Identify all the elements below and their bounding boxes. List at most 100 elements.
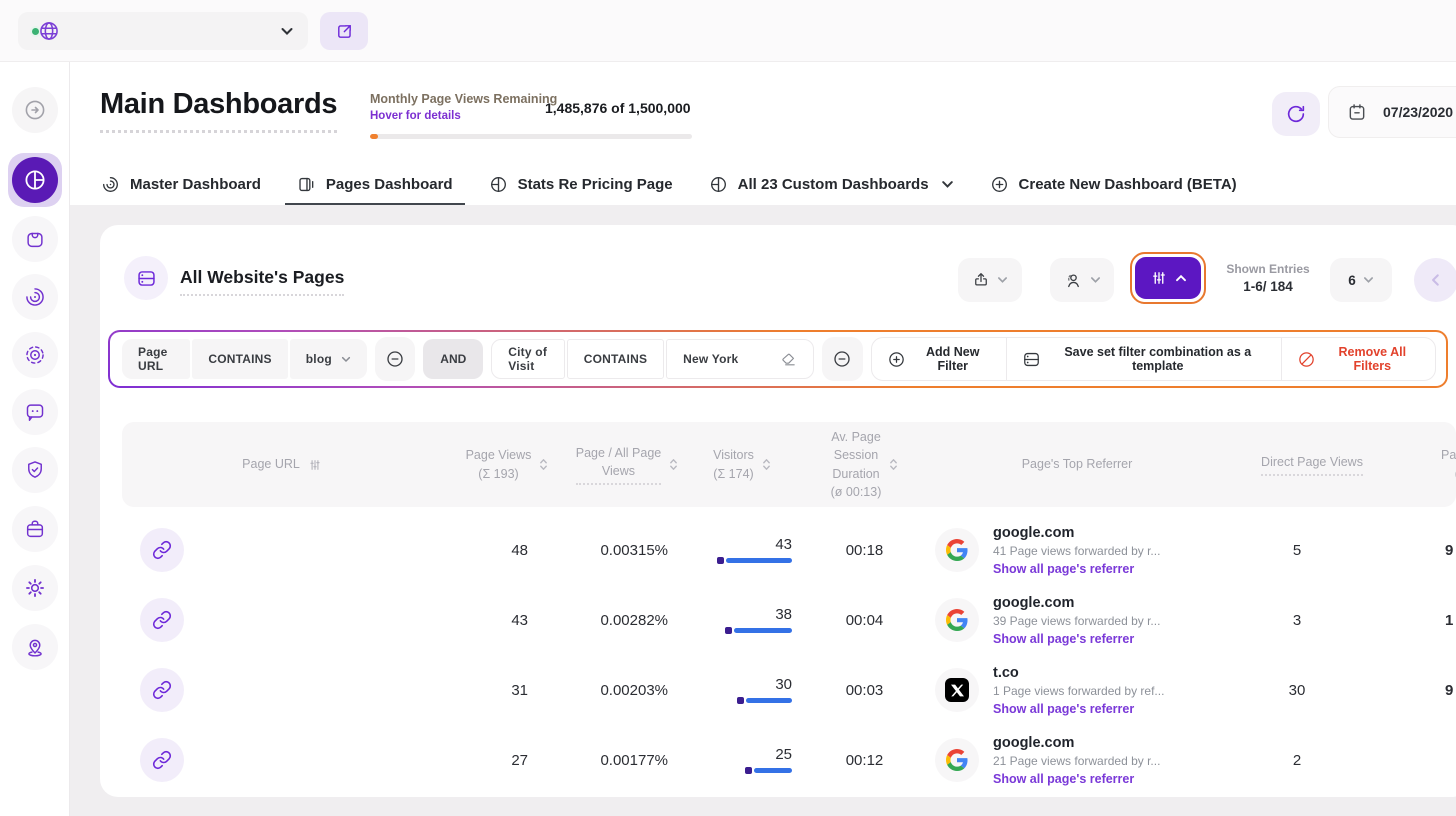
tab-label: Pages Dashboard bbox=[326, 176, 453, 193]
link-icon[interactable] bbox=[140, 738, 184, 782]
visitors-value: 30 bbox=[775, 676, 792, 693]
remove-filter-button[interactable] bbox=[822, 337, 862, 381]
table-row[interactable]: 48 0.00315% 43 00:18 google.com 41 Page bbox=[122, 515, 1456, 585]
column-label: Page's Top Referrer bbox=[1022, 455, 1133, 473]
chevron-left-icon bbox=[1429, 273, 1443, 287]
table-row[interactable]: 27 0.00177% 25 00:12 google.com 21 Page bbox=[122, 725, 1456, 795]
refresh-button[interactable] bbox=[1272, 92, 1320, 136]
chevron-down-icon bbox=[941, 180, 954, 189]
save-filter-template-button[interactable]: Save set filter combination as a templat… bbox=[1006, 338, 1281, 380]
column-page-url[interactable]: Page URL bbox=[122, 455, 442, 473]
widget-collapse-button[interactable] bbox=[1414, 258, 1456, 302]
show-all-referrers-link[interactable]: Show all page's referrer bbox=[993, 772, 1160, 786]
save-filter-template-label: Save set filter combination as a templat… bbox=[1050, 345, 1266, 373]
filter-conjunction-chip[interactable]: AND bbox=[423, 339, 483, 379]
filter-field[interactable]: City of Visit bbox=[491, 339, 565, 379]
sidebar bbox=[0, 62, 70, 816]
company-briefcase-icon bbox=[24, 518, 46, 540]
plus-circle-icon bbox=[990, 175, 1009, 194]
column-label: Direct Page Views bbox=[1261, 453, 1363, 476]
filter-value-input[interactable]: New York bbox=[666, 339, 814, 379]
filter-operator[interactable]: CONTAINS bbox=[192, 339, 287, 379]
sidebar-item-feedback[interactable] bbox=[12, 389, 58, 435]
behavior-radar-icon bbox=[24, 286, 46, 308]
referrer-detail: 41 Page views forwarded by r... bbox=[993, 544, 1160, 558]
link-icon[interactable] bbox=[140, 598, 184, 642]
column-top-referrer[interactable]: Page's Top Referrer bbox=[927, 455, 1227, 473]
date-range-picker[interactable]: 07/23/2020 bbox=[1328, 86, 1456, 138]
referrer-detail: 1 Page views forwarded by ref... bbox=[993, 684, 1164, 698]
filter-operator[interactable]: CONTAINS bbox=[567, 339, 664, 379]
sort-icon[interactable] bbox=[669, 457, 678, 472]
referrer-text: google.com 39 Page views forwarded by r.… bbox=[993, 595, 1160, 646]
tab-master-dashboard[interactable]: Master Dashboard bbox=[89, 165, 273, 205]
widget-title: All Website's Pages bbox=[180, 267, 344, 296]
referrer-text: t.co 1 Page views forwarded by ref... Sh… bbox=[993, 665, 1164, 716]
filter-value-dropdown[interactable]: blog bbox=[290, 339, 367, 379]
eraser-icon[interactable] bbox=[780, 351, 797, 368]
plus-circle-icon bbox=[887, 350, 906, 369]
visitors-bar bbox=[682, 627, 792, 634]
visitors-bar-fill bbox=[734, 628, 792, 633]
table-row[interactable]: 31 0.00203% 30 00:03 t.co 1 Page views f bbox=[122, 655, 1456, 725]
filters-toggle-button[interactable] bbox=[1135, 257, 1201, 299]
sort-icon[interactable] bbox=[889, 457, 898, 472]
column-page-all-views[interactable]: Page / All PageViews bbox=[572, 444, 682, 485]
tab-pages-dashboard[interactable]: Pages Dashboard bbox=[285, 165, 465, 205]
tab-stats-pricing[interactable]: Stats Re Pricing Page bbox=[477, 165, 685, 205]
direct-page-views-value: 30 bbox=[1227, 682, 1397, 699]
sort-icon[interactable] bbox=[762, 457, 771, 472]
column-page-views[interactable]: Page Views(Σ 193) bbox=[442, 446, 572, 482]
filter-field[interactable]: Page URL bbox=[122, 339, 190, 379]
visitors-cell: 30 bbox=[682, 676, 802, 704]
sidebar-item-dashboards[interactable] bbox=[8, 153, 62, 207]
open-website-button[interactable] bbox=[320, 12, 368, 50]
google-logo-icon bbox=[935, 738, 979, 782]
show-all-referrers-link[interactable]: Show all page's referrer bbox=[993, 562, 1160, 576]
website-selector[interactable] bbox=[18, 12, 308, 50]
column-cutoff[interactable]: Page'( bbox=[1397, 446, 1456, 482]
globe-icon bbox=[38, 20, 60, 42]
server-icon bbox=[136, 268, 157, 289]
link-icon[interactable] bbox=[140, 528, 184, 572]
sidebar-item-behavior[interactable] bbox=[12, 274, 58, 320]
remove-all-filters-button[interactable]: Remove All Filters bbox=[1281, 338, 1435, 380]
sidebar-item-recordings[interactable] bbox=[12, 332, 58, 378]
link-icon[interactable] bbox=[140, 668, 184, 712]
google-logo-icon bbox=[935, 598, 979, 642]
filters-button-highlight bbox=[1130, 252, 1206, 304]
sidebar-item-location[interactable] bbox=[12, 624, 58, 670]
table-row[interactable]: 43 0.00282% 38 00:04 google.com 39 Page bbox=[122, 585, 1456, 655]
quota-progressbar bbox=[370, 134, 692, 139]
sidebar-item-company[interactable] bbox=[12, 506, 58, 552]
show-all-referrers-link[interactable]: Show all page's referrer bbox=[993, 702, 1164, 716]
add-new-filter-button[interactable]: Add New Filter bbox=[872, 338, 1006, 380]
column-session-duration[interactable]: Av. PageSessionDuration(ø 00:13) bbox=[802, 428, 927, 501]
referrer-domain: google.com bbox=[993, 525, 1160, 541]
sort-icon[interactable] bbox=[539, 457, 548, 472]
filter-bar: Page URL CONTAINS blog AND City of Visit bbox=[108, 330, 1448, 388]
sidebar-item-settings[interactable] bbox=[12, 565, 58, 611]
tab-custom-dashboards[interactable]: All 23 Custom Dashboards bbox=[697, 165, 966, 205]
remove-filter-button[interactable] bbox=[375, 337, 415, 381]
show-all-referrers-link[interactable]: Show all page's referrer bbox=[993, 632, 1160, 646]
sidebar-collapse-button[interactable] bbox=[12, 87, 58, 133]
table-header: Page URL Page Views(Σ 193) Page / All Pa… bbox=[122, 422, 1456, 507]
tab-create-new-dashboard[interactable]: Create New Dashboard (BETA) bbox=[978, 165, 1249, 205]
session-duration-value: 00:12 bbox=[802, 752, 927, 769]
visitor-segments-button[interactable] bbox=[1050, 258, 1114, 302]
sidebar-item-ecommerce[interactable] bbox=[12, 216, 58, 262]
external-link-icon bbox=[335, 22, 354, 41]
page-size-select[interactable]: 6 bbox=[1330, 258, 1392, 302]
visitors-bar-fill bbox=[754, 768, 792, 773]
column-direct-page-views[interactable]: Direct Page Views bbox=[1227, 453, 1397, 476]
remove-all-filters-label: Remove All Filters bbox=[1325, 345, 1420, 373]
chevron-down-icon bbox=[341, 356, 351, 363]
mini-sliders-icon[interactable] bbox=[308, 458, 322, 472]
server-icon bbox=[1022, 350, 1041, 369]
sidebar-item-privacy[interactable] bbox=[12, 447, 58, 493]
top-referrer-cell: google.com 39 Page views forwarded by r.… bbox=[927, 595, 1227, 646]
export-button[interactable] bbox=[958, 258, 1022, 302]
column-visitors[interactable]: Visitors(Σ 174) bbox=[682, 446, 802, 482]
visitors-value: 25 bbox=[775, 746, 792, 763]
